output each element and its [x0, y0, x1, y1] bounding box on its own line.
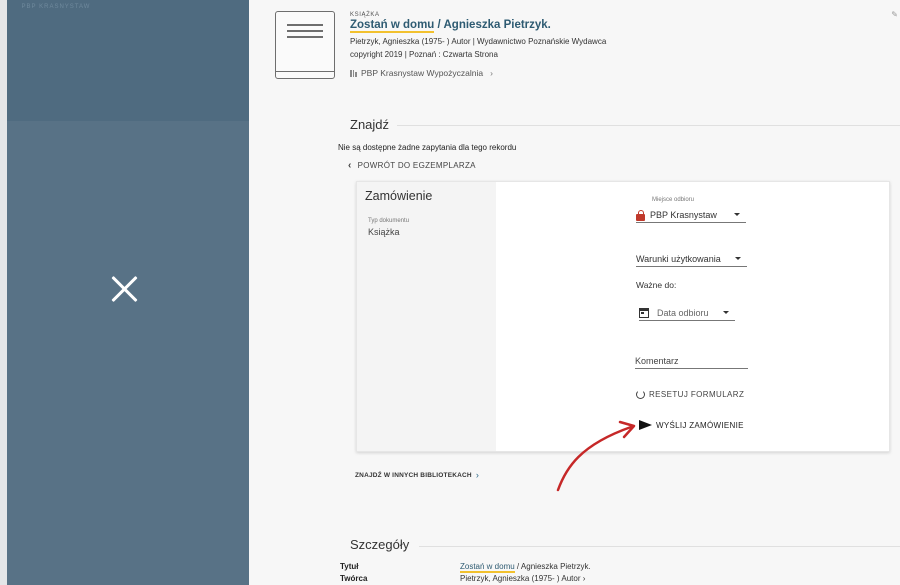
- details-value: Zostań w domu / Agnieszka Pietrzyk.: [460, 562, 591, 573]
- details-value[interactable]: Pietrzyk, Agnieszka (1975- ) Autor ›: [460, 574, 585, 583]
- back-to-item-link[interactable]: ‹ POWRÓT DO EGZEMPLARZA: [348, 160, 476, 171]
- calendar-icon: [639, 308, 649, 318]
- back-link-label: POWRÓT DO EGZEMPLARZA: [357, 161, 476, 170]
- record-type: KSIĄŻKA: [350, 12, 380, 18]
- details-row-title: Tytuł Zostań w domu / Agnieszka Pietrzyk…: [340, 562, 860, 573]
- reset-label: RESETUJ FORMULARZ: [649, 390, 745, 399]
- order-summary: Zamówienie Typ dokumentu Książka: [357, 182, 496, 451]
- location-bars-icon: [350, 69, 357, 77]
- chevron-left-icon: ‹: [348, 160, 352, 171]
- other-libraries-label: ZNAJDŹ W INNYCH BIBLIOTEKACH: [355, 471, 472, 479]
- record-meta-publication: copyright 2019 | Poznań : Czwarta Strona: [350, 50, 498, 59]
- order-form: Zamówienie Typ dokumentu Książka Miejsce…: [356, 181, 890, 452]
- comment-placeholder: Komentarz: [635, 356, 679, 366]
- side-panel-header: PBP KRASNYSTAW: [7, 0, 249, 121]
- send-order-button[interactable]: WYŚLIJ ZAMÓWIENIE: [639, 420, 744, 430]
- terms-select[interactable]: Warunki użytkowania: [636, 252, 747, 267]
- details-key: Tytuł: [340, 562, 359, 571]
- record-title-link[interactable]: Zostań w domu: [350, 19, 435, 33]
- book-line: [287, 36, 323, 38]
- record-title[interactable]: Zostań w domu / Agnieszka Pietrzyk.: [350, 19, 551, 33]
- pin-icon[interactable]: ✎: [891, 10, 898, 19]
- details-divider: [419, 546, 900, 547]
- no-requests-message: Nie są dostępne żadne zapytania dla tego…: [338, 143, 517, 152]
- chevron-right-icon: ›: [475, 470, 480, 480]
- record-card: KSIĄŻKA Zostań w domu / Agnieszka Pietrz…: [249, 0, 900, 94]
- record-title-author: / Agnieszka Pietrzyk.: [434, 19, 551, 31]
- pickup-value: PBP Krasnystaw: [650, 210, 717, 220]
- send-icon: [639, 420, 652, 430]
- terms-value: Warunki użytkowania: [636, 254, 721, 264]
- main-content: KSIĄŻKA Zostań w domu / Agnieszka Pietrz…: [249, 0, 900, 585]
- valid-until-label: Ważne do:: [636, 280, 677, 290]
- find-in-other-libraries-link[interactable]: ZNAJDŹ W INNYCH BIBLIOTEKACH ›: [355, 470, 479, 480]
- pickup-select[interactable]: PBP Krasnystaw: [636, 208, 746, 223]
- location-link[interactable]: PBP Krasnystaw Wypożyczalnia ›: [350, 68, 493, 78]
- refresh-icon: [636, 390, 645, 399]
- send-label: WYŚLIJ ZAMÓWIENIE: [656, 420, 744, 430]
- left-strip: [0, 0, 7, 585]
- reset-form-button[interactable]: RESETUJ FORMULARZ: [636, 390, 744, 399]
- details-section-title: Szczegóły: [350, 537, 410, 552]
- location-chevron-icon: ›: [490, 68, 493, 78]
- caret-down-icon: [734, 213, 740, 216]
- book-line: [287, 30, 323, 32]
- comment-field[interactable]: Komentarz: [635, 354, 748, 369]
- order-title: Zamówienie: [365, 189, 433, 203]
- details-value-rest: / Agnieszka Pietrzyk.: [514, 562, 591, 571]
- doc-type-label: Typ dokumentu: [368, 218, 410, 224]
- book-icon[interactable]: [275, 11, 335, 79]
- location-text: PBP Krasnystaw Wypożyczalnia: [361, 68, 484, 78]
- book-spine: [276, 70, 334, 72]
- details-key: Twórca: [340, 574, 368, 583]
- library-logo: PBP KRASNYSTAW: [21, 4, 91, 10]
- doc-type-value: Książka: [368, 227, 400, 237]
- caret-down-icon: [723, 311, 729, 314]
- record-meta-authors: Pietrzyk, Agnieszka (1975- ) Autor | Wyd…: [350, 37, 607, 46]
- caret-down-icon: [735, 257, 741, 260]
- find-section-title: Znajdź: [350, 117, 390, 132]
- date-placeholder: Data odbioru: [657, 308, 709, 318]
- details-title-link[interactable]: Zostań w domu: [460, 562, 515, 573]
- side-panel: PBP KRASNYSTAW: [7, 0, 249, 585]
- find-divider: [397, 125, 900, 126]
- book-line: [287, 24, 323, 26]
- lock-icon: [636, 209, 645, 221]
- close-icon[interactable]: [105, 270, 145, 310]
- details-row-author: Twórca Pietrzyk, Agnieszka (1975- ) Auto…: [340, 574, 860, 585]
- details-author-link[interactable]: Pietrzyk, Agnieszka (1975- ) Autor ›: [460, 574, 585, 583]
- pickup-label: Miejsce odbioru: [652, 197, 695, 203]
- date-picker[interactable]: Data odbioru: [639, 306, 735, 321]
